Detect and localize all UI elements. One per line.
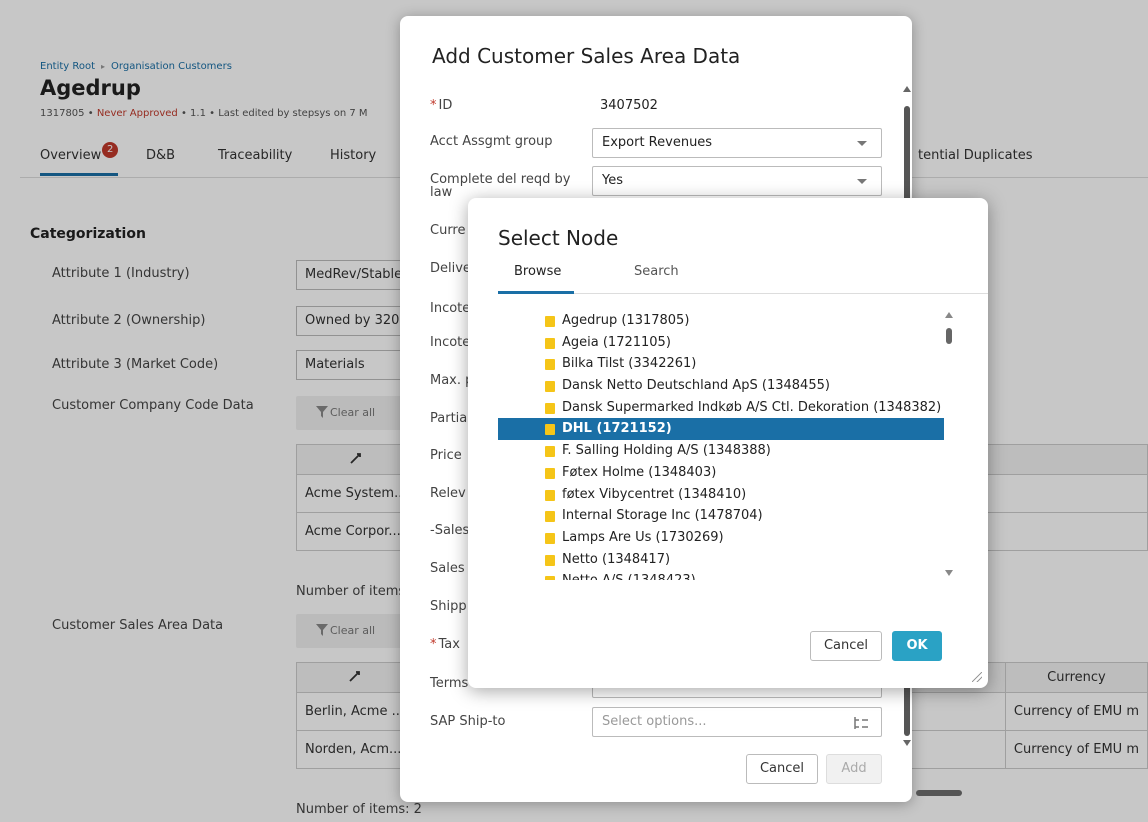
chevron-down-icon: [857, 141, 867, 146]
folder-icon: [545, 532, 555, 544]
tree-node-label: Netto A/S (1348423): [562, 573, 696, 582]
tree-node-label: DHL (1721152): [562, 421, 672, 437]
field-label: Relev: [430, 486, 466, 501]
folder-icon: [545, 554, 555, 566]
horizontal-scrollbar-thumb[interactable]: [916, 790, 962, 796]
tree-node[interactable]: Lamps Are Us (1730269): [498, 527, 944, 549]
tree-node[interactable]: Internal Storage Inc (1478704): [498, 505, 944, 527]
scroll-down-icon[interactable]: [945, 570, 953, 576]
folder-icon: [545, 337, 555, 349]
tree-node[interactable]: føtex Vibycentret (1348410): [498, 484, 944, 506]
required-marker: *: [430, 637, 437, 652]
tree-node-label: Føtex Holme (1348403): [562, 464, 717, 480]
field-label: Price: [430, 448, 462, 463]
tree-node-label: Bilka Tilst (3342261): [562, 356, 697, 372]
tree-node-label: Ageia (1721105): [562, 334, 671, 350]
acct-assgmt-label: Acct Assgmt group: [430, 134, 553, 149]
field-label: Max. p: [430, 373, 474, 388]
tree-node-label: F. Salling Holding A/S (1348388): [562, 443, 771, 459]
tree-node[interactable]: Bilka Tilst (3342261): [498, 353, 944, 375]
tree-node-label: Netto (1348417): [562, 551, 671, 567]
scrollbar-thumb[interactable]: [946, 328, 952, 344]
field-label: Delive: [430, 261, 471, 276]
tree-node[interactable]: Agedrup (1317805): [498, 310, 944, 332]
id-label: * ID: [430, 98, 452, 113]
terms-label: Terms: [430, 676, 469, 691]
id-label-text: ID: [438, 98, 453, 113]
acct-assgmt-select[interactable]: Export Revenues: [592, 128, 882, 158]
id-value: 3407502: [600, 98, 658, 113]
sap-ship-to-field[interactable]: Select options...: [592, 707, 882, 737]
folder-icon: [545, 467, 555, 479]
tree-scrollbar[interactable]: [944, 312, 954, 582]
sap-ship-to-placeholder: Select options...: [602, 714, 707, 729]
tax-label-text: Tax: [438, 637, 460, 652]
acct-assgmt-value: Export Revenues: [602, 135, 713, 150]
folder-icon: [545, 359, 555, 371]
complete-del-select[interactable]: Yes: [592, 166, 882, 196]
tree-node[interactable]: Netto A/S (1348423): [498, 570, 944, 582]
add-button[interactable]: Add: [826, 754, 882, 784]
folder-icon: [545, 402, 555, 414]
folder-icon: [545, 489, 555, 501]
folder-icon: [545, 424, 555, 436]
field-label: -Sales: [430, 523, 470, 538]
select-node-tabs: Browse Search: [498, 264, 988, 294]
select-node-title: Select Node: [498, 226, 619, 250]
scroll-up-icon[interactable]: [945, 312, 953, 318]
cancel-button[interactable]: Cancel: [746, 754, 818, 784]
folder-icon: [545, 316, 555, 327]
field-label: Curre: [430, 223, 466, 238]
folder-icon: [545, 381, 555, 393]
tree-node[interactable]: Netto (1348417): [498, 549, 944, 571]
tree-node[interactable]: Dansk Netto Deutschland ApS (1348455): [498, 375, 944, 397]
tree-node-label: Dansk Netto Deutschland ApS (1348455): [562, 378, 830, 394]
field-label: Incote: [430, 335, 471, 350]
tree-node[interactable]: Dansk Supermarked Indkøb A/S Ctl. Dekora…: [498, 397, 944, 419]
ok-button[interactable]: OK: [892, 631, 942, 661]
field-label: Sales: [430, 561, 465, 576]
tree-node-label: Internal Storage Inc (1478704): [562, 508, 763, 524]
select-node-cancel-button[interactable]: Cancel: [810, 631, 882, 661]
tree-picker-icon[interactable]: [853, 716, 869, 730]
complete-del-value: Yes: [602, 173, 623, 188]
chevron-down-icon: [857, 179, 867, 184]
complete-del-label: Complete del reqd by law: [430, 173, 570, 199]
tree-node[interactable]: F. Salling Holding A/S (1348388): [498, 440, 944, 462]
tab-browse[interactable]: Browse: [498, 264, 574, 294]
scroll-down-icon[interactable]: [903, 740, 911, 746]
required-marker: *: [430, 98, 437, 113]
tax-label: * Tax: [430, 637, 460, 652]
folder-icon: [545, 576, 555, 581]
folder-icon: [545, 511, 555, 523]
tab-search[interactable]: Search: [634, 264, 679, 294]
field-label: Shipp: [430, 599, 467, 614]
resize-handle-icon[interactable]: [972, 672, 982, 682]
tree-node[interactable]: Ageia (1721105): [498, 332, 944, 354]
tree-node[interactable]: DHL (1721152): [498, 418, 944, 441]
tree-node[interactable]: Føtex Holme (1348403): [498, 462, 944, 484]
scroll-up-icon[interactable]: [903, 86, 911, 92]
node-tree: Agedrup (1317805) Ageia (1721105) Bilka Ti…: [498, 310, 944, 582]
field-label: Incote: [430, 301, 471, 316]
folder-icon: [545, 446, 555, 458]
tree-node-label: Dansk Supermarked Indkøb A/S Ctl. Dekora…: [562, 399, 942, 415]
tree-node-label: føtex Vibycentret (1348410): [562, 486, 747, 502]
tree-node-label: Lamps Are Us (1730269): [562, 529, 724, 545]
select-node-dialog: Select Node Browse Search Agedrup (13178…: [468, 198, 988, 688]
tree-node-label: Agedrup (1317805): [562, 313, 690, 328]
field-label: Partia: [430, 411, 468, 426]
dialog-title: Add Customer Sales Area Data: [432, 44, 741, 68]
sap-ship-to-label: SAP Ship-to: [430, 714, 506, 729]
